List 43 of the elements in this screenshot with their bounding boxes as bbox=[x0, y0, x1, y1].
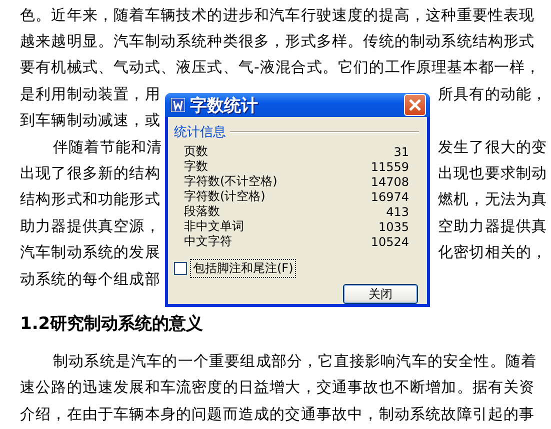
stat-label: 字符数(不计空格) bbox=[184, 173, 278, 190]
text-line: 结构形式和功能形式 bbox=[20, 190, 160, 210]
text-line: 助力器提供真空源， bbox=[20, 216, 160, 236]
text-line: 介绍，在由于车辆本身的问题而造成的交通事故中，制动系统故障引起的事 bbox=[20, 404, 535, 424]
text-line: 伴随着节能和清 bbox=[52, 138, 162, 157]
stat-value: 14708 bbox=[370, 174, 409, 188]
stat-label: 段落数 bbox=[184, 203, 220, 220]
stat-value: 31 bbox=[394, 144, 409, 158]
text-line: 空助力器提供真 bbox=[438, 216, 548, 236]
close-icon bbox=[408, 98, 422, 112]
stat-value: 413 bbox=[386, 204, 409, 218]
group-label: 统计信息 bbox=[174, 124, 226, 141]
text-line: 出现了很多新的结构 bbox=[20, 164, 160, 184]
text-line: 动系统的每个组成部 bbox=[20, 270, 160, 289]
text-line: 制动系统是汽车的一个重要组成部分，它直接影响汽车的安全性。随着 bbox=[52, 352, 537, 371]
text-line: 汽车制动系统的发展 bbox=[20, 243, 160, 262]
text-line: 要有机械式、气动式、液压式、气-液混合式。它们的工作原理基本都一样， bbox=[20, 58, 541, 78]
text-line: 所具有的动能， bbox=[438, 84, 548, 104]
stat-label: 页数 bbox=[184, 143, 208, 160]
section-heading: 1.2研究制动系统的意义 bbox=[20, 312, 204, 335]
text-line: 速公路的迅速发展和车流密度的日益增大，交通事故也不断增加。据有关资 bbox=[20, 378, 535, 398]
text-line: 发生了很大的变 bbox=[438, 138, 548, 157]
stat-value: 10524 bbox=[370, 234, 409, 248]
checkbox-label[interactable]: 包括脚注和尾注(F) bbox=[190, 259, 296, 278]
close-button[interactable]: 关闭 bbox=[343, 284, 418, 304]
stat-label: 字数 bbox=[184, 158, 208, 174]
close-button[interactable] bbox=[404, 94, 426, 116]
window-title: 字数统计 bbox=[190, 94, 259, 116]
text-line: 燃机，无法为真 bbox=[438, 190, 548, 210]
stat-value: 16974 bbox=[370, 190, 409, 204]
text-line: 化密切相关的， bbox=[438, 243, 548, 262]
checkbox[interactable] bbox=[174, 262, 187, 275]
text-line: 越来越明显。汽车制动系统种类很多，形式多样。传统的制动系统结构形式 bbox=[20, 32, 535, 52]
stat-label: 非中文单词 bbox=[184, 218, 244, 234]
text-line: 到车辆制动减速，或 bbox=[20, 111, 160, 130]
text-line: 色。近年来，随着车辆技术的进步和汽车行驶速度的提高，这种重要性表现 bbox=[20, 6, 535, 25]
app-icon bbox=[171, 98, 185, 112]
stat-value: 11559 bbox=[370, 160, 409, 174]
text-line: 是利用制动装置，用 bbox=[20, 84, 160, 104]
stat-label: 字符数(计空格) bbox=[184, 188, 266, 205]
stat-label: 中文字符 bbox=[184, 233, 232, 250]
stat-value: 1035 bbox=[378, 220, 409, 234]
text-line: 出现也要求制动 bbox=[438, 164, 548, 184]
